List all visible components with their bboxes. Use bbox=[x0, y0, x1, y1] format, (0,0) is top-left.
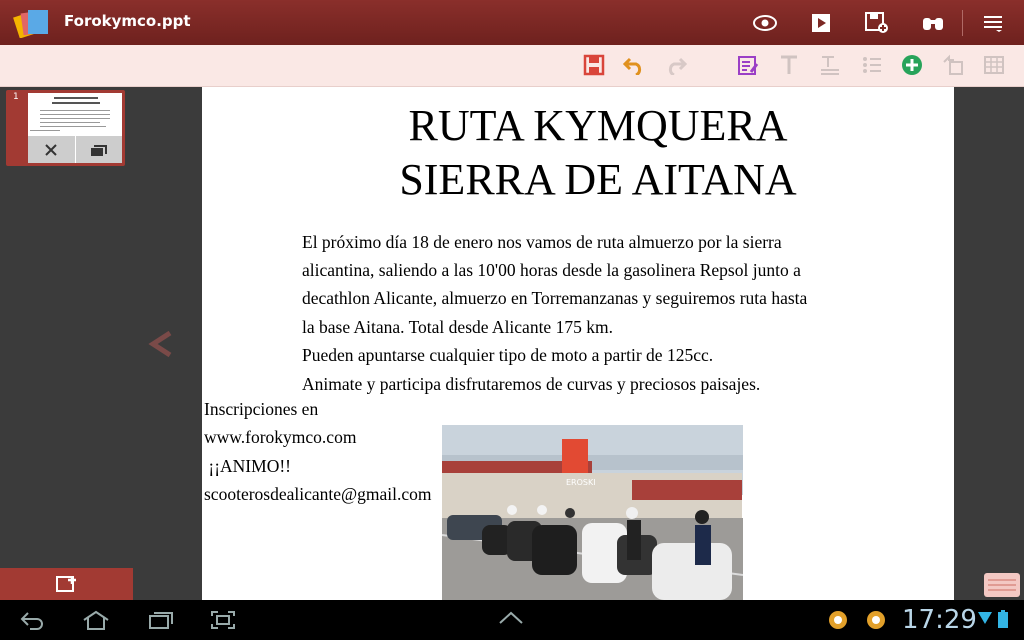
slide-body-line: decathlon Alicante, almuerzo en Torreman… bbox=[302, 288, 808, 308]
titlebar-divider bbox=[962, 10, 963, 36]
slide-thumbnail-number: 1 bbox=[13, 92, 19, 102]
notification-app-icon[interactable] bbox=[828, 610, 848, 630]
save-as-icon[interactable] bbox=[864, 10, 890, 36]
play-icon[interactable] bbox=[808, 10, 834, 36]
app-logo-icon bbox=[13, 10, 48, 38]
text-format-icon[interactable] bbox=[818, 53, 842, 77]
recent-apps-icon[interactable] bbox=[148, 610, 174, 630]
slide-title-line-1: RUTA KYMQUERA bbox=[408, 101, 788, 150]
table-icon[interactable] bbox=[982, 53, 1006, 77]
thumbnail-actions bbox=[28, 136, 122, 163]
notification-app-icon[interactable] bbox=[866, 610, 886, 630]
duplicate-slide-icon[interactable] bbox=[76, 136, 123, 163]
add-icon[interactable] bbox=[900, 53, 924, 77]
find-icon[interactable] bbox=[920, 10, 946, 36]
text-icon[interactable] bbox=[777, 53, 801, 77]
arrange-icon[interactable] bbox=[941, 53, 965, 77]
wifi-icon bbox=[978, 610, 992, 626]
edit-notes-icon[interactable] bbox=[736, 53, 760, 77]
slide-body-line: Pueden apuntarse cualquier tipo de moto … bbox=[302, 345, 714, 365]
slide-cheer-text: ¡¡ANIMO!! bbox=[204, 456, 291, 476]
screenshot-icon[interactable] bbox=[210, 610, 236, 630]
home-icon[interactable] bbox=[82, 610, 110, 630]
previous-slide-icon[interactable] bbox=[148, 330, 176, 358]
delete-slide-icon[interactable] bbox=[28, 136, 76, 163]
title-bar: Forokymco.ppt bbox=[0, 0, 1024, 45]
slide-body-line: la base Aitana. Total desde Alicante 175… bbox=[302, 317, 613, 337]
add-slide-icon bbox=[55, 576, 76, 592]
back-icon[interactable] bbox=[20, 610, 46, 630]
battery-icon bbox=[998, 610, 1008, 628]
save-icon[interactable] bbox=[582, 53, 606, 77]
slide-body-line: Animate y participa disfrutaremos de cur… bbox=[302, 374, 761, 394]
chevron-up-icon[interactable] bbox=[498, 610, 524, 626]
list-icon[interactable] bbox=[860, 53, 884, 77]
slide-website-text: www.forokymco.com bbox=[204, 427, 357, 447]
view-icon[interactable] bbox=[752, 10, 778, 36]
menu-icon[interactable] bbox=[980, 10, 1006, 36]
redo-icon[interactable] bbox=[664, 53, 688, 77]
status-clock: 17:29 bbox=[902, 605, 977, 635]
undo-icon[interactable] bbox=[622, 53, 646, 77]
notes-icon[interactable] bbox=[984, 573, 1020, 597]
slide-body-line: alicantina, saliendo a las 10'00 horas d… bbox=[302, 260, 801, 280]
slide-title-line-2: SIERRA DE AITANA bbox=[399, 155, 797, 204]
slide-body-line: El próximo día 18 de enero nos vamos de … bbox=[302, 232, 782, 252]
document-title: Forokymco.ppt bbox=[64, 12, 191, 30]
slide-email-text: scooterosdealicante@gmail.com bbox=[204, 484, 432, 504]
add-slide-button[interactable] bbox=[0, 568, 133, 600]
photo-store-sign: EROSKI bbox=[566, 478, 596, 487]
motorcycles-photo[interactable]: EROSKI bbox=[442, 425, 743, 600]
slide-registration-text: Inscripciones en bbox=[204, 399, 319, 419]
slide[interactable]: RUTA KYMQUERA SIERRA DE AITANA El próxim… bbox=[202, 87, 954, 600]
